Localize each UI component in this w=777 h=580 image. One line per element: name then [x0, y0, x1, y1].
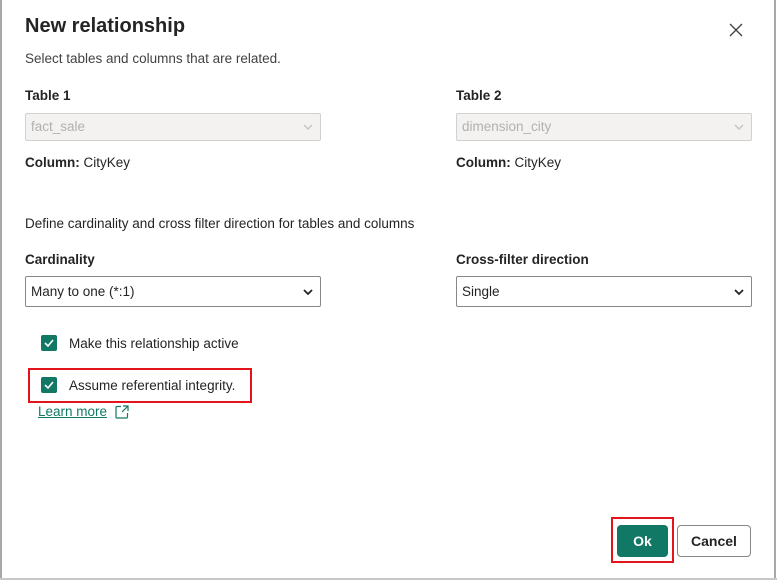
window-border-left [0, 0, 2, 580]
cancel-button[interactable]: Cancel [677, 525, 751, 557]
table1-label: Table 1 [25, 88, 71, 103]
table2-column-value: CityKey [514, 155, 562, 170]
table1-column: Column: CityKey [25, 155, 130, 170]
cross-filter-select[interactable]: Single [456, 276, 752, 307]
external-link-icon[interactable] [115, 404, 129, 419]
cardinality-select[interactable]: Many to one (*:1) [25, 276, 321, 307]
referential-integrity-option[interactable]: Assume referential integrity. [41, 377, 235, 393]
checkmark-icon [44, 381, 54, 389]
table1-column-value: CityKey [83, 155, 131, 170]
window-border-right [774, 0, 776, 580]
ok-button[interactable]: Ok [617, 525, 668, 557]
checkmark-icon [44, 339, 54, 347]
learn-more[interactable]: Learn more [35, 404, 129, 419]
dialog-subtitle: Select tables and columns that are relat… [25, 51, 281, 66]
referential-integrity-label: Assume referential integrity. [69, 377, 236, 393]
table2-label: Table 2 [456, 88, 502, 103]
table1-column-label: Column: [25, 155, 80, 170]
chevron-down-icon [734, 124, 744, 131]
chevron-down-icon [303, 289, 313, 296]
active-relationship-label: Make this relationship active [69, 335, 239, 351]
active-relationship-checkbox[interactable] [41, 335, 57, 351]
close-icon [729, 23, 743, 37]
referential-integrity-checkbox[interactable] [41, 377, 57, 393]
table2-select[interactable]: dimension_city [456, 113, 752, 141]
learn-more-link[interactable]: Learn more [38, 404, 107, 419]
table1-select[interactable]: fact_sale [25, 113, 321, 141]
cardinality-select-value: Many to one (*:1) [31, 284, 135, 299]
chevron-down-icon [303, 124, 313, 131]
table1-select-value: fact_sale [31, 119, 86, 134]
active-relationship-option[interactable]: Make this relationship active [41, 335, 239, 351]
chevron-down-icon [734, 289, 744, 296]
table2-column: Column: CityKey [456, 155, 561, 170]
cross-filter-select-value: Single [462, 284, 500, 299]
table2-column-label: Column: [456, 155, 511, 170]
table2-select-value: dimension_city [462, 119, 552, 134]
close-button[interactable] [726, 20, 746, 40]
cardinality-label: Cardinality [25, 252, 95, 267]
settings-description: Define cardinality and cross filter dire… [25, 216, 415, 231]
cross-filter-label: Cross-filter direction [456, 252, 589, 267]
dialog-title: New relationship [25, 15, 186, 37]
